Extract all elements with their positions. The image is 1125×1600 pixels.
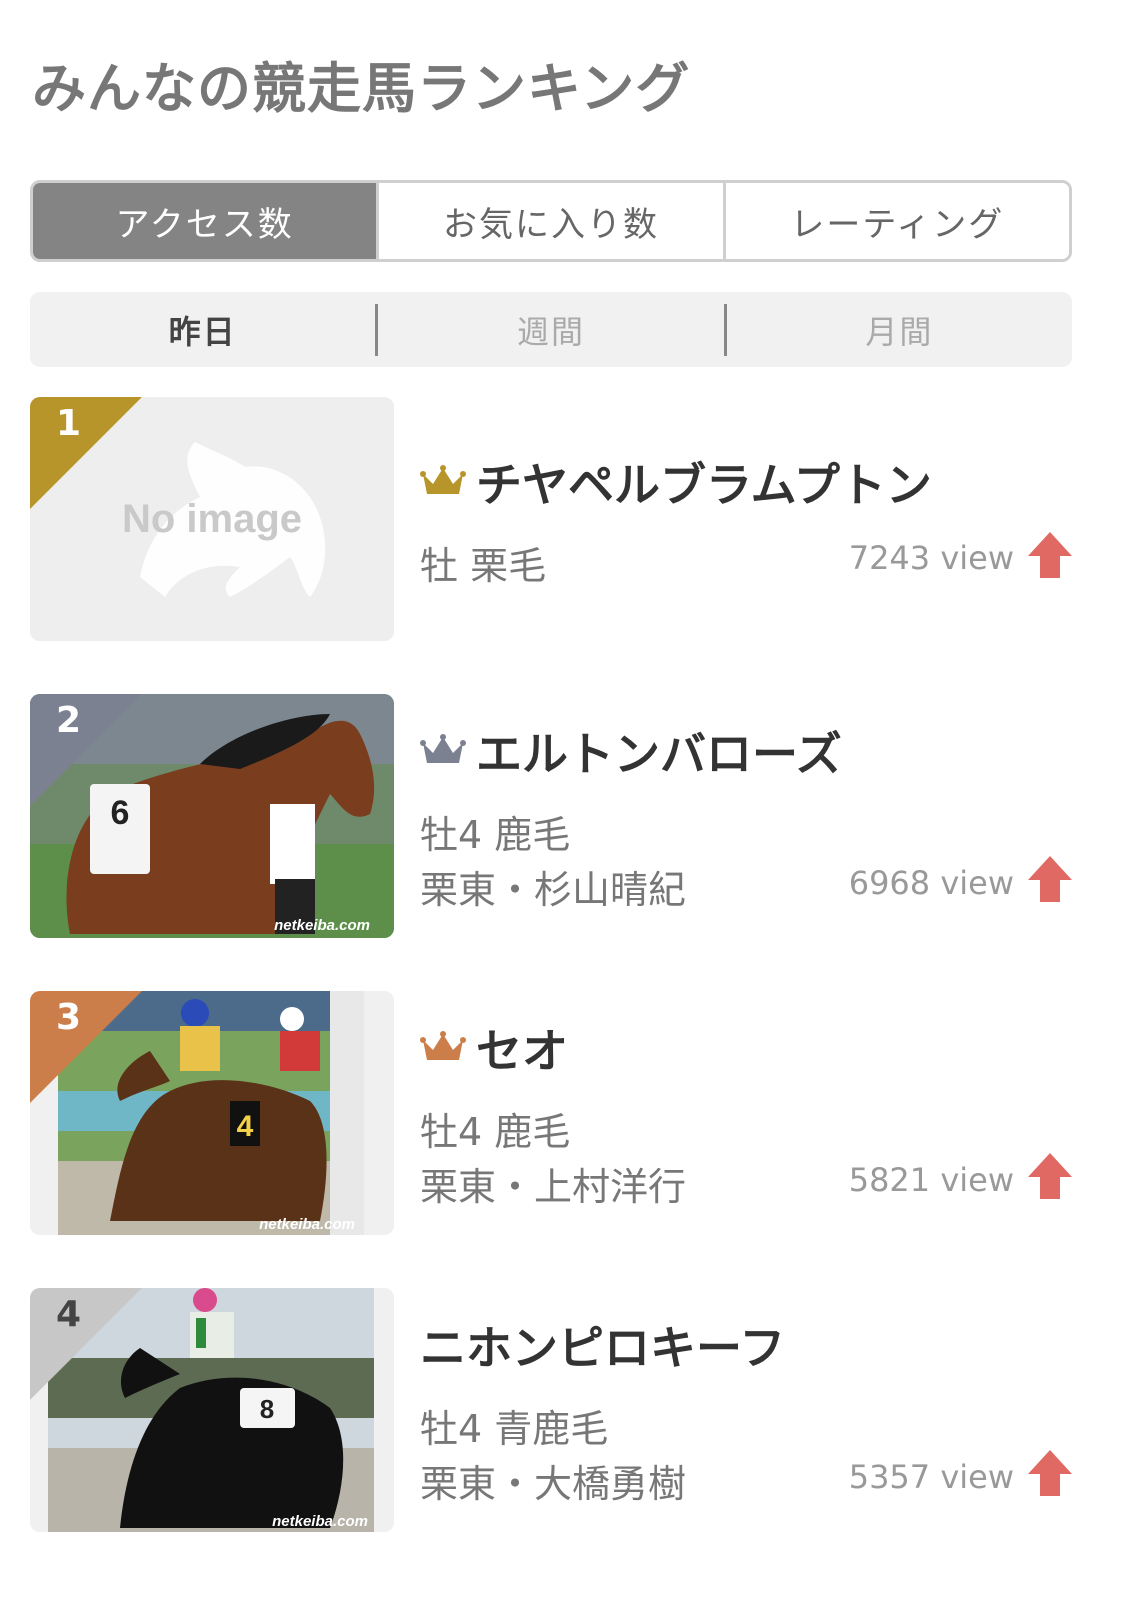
horse-thumbnail[interactable]: No image 1 — [30, 397, 394, 641]
rank-number: 1 — [56, 403, 82, 444]
crown-gold-icon — [420, 465, 466, 494]
tab-favorites-count[interactable]: お気に入り数 — [376, 183, 723, 259]
svg-text:8: 8 — [260, 1394, 274, 1424]
horse-photo: 8 netkeiba.com — [30, 1288, 394, 1532]
ranking-row-4[interactable]: 8 netkeiba.com 4 ニホンピロキーフ 牡4 青鹿毛 栗東・大橋勇樹… — [30, 1288, 1072, 1532]
view-count: 6968 view — [848, 864, 1014, 902]
crown-silver-icon — [420, 734, 466, 763]
view-count: 7243 view — [848, 539, 1014, 577]
view-count: 5821 view — [848, 1161, 1014, 1199]
rank-number: 2 — [56, 700, 82, 741]
horse-name[interactable]: チヤペルブラムプトン — [476, 449, 932, 515]
tab-access-count[interactable]: アクセス数 — [33, 183, 377, 259]
period-selector: 昨日 週間 月間 — [30, 292, 1072, 367]
horse-name[interactable]: エルトンバローズ — [476, 718, 842, 784]
period-monthly[interactable]: 月間 — [723, 303, 1072, 356]
tab-rating[interactable]: レーティング — [722, 183, 1069, 259]
rank-number: 3 — [56, 997, 82, 1038]
horse-sex-coat: 牡 栗毛 — [420, 544, 547, 588]
rank-up-arrow-icon — [1028, 856, 1072, 902]
rank-up-arrow-icon — [1028, 1153, 1072, 1199]
page-title: みんなの競走馬ランキング — [32, 57, 691, 120]
ranking-type-tabs: アクセス数 お気に入り数 レーティング — [30, 180, 1072, 262]
period-weekly[interactable]: 週間 — [375, 303, 723, 356]
ranking-row-2[interactable]: 6 netkeiba.com 2 エルトンバローズ 牡4 鹿毛 栗東・杉山晴紀 … — [30, 694, 1072, 938]
photo-watermark: netkeiba.com — [259, 1216, 355, 1233]
horse-photo: 6 netkeiba.com — [30, 694, 394, 938]
rank-up-arrow-icon — [1028, 1450, 1072, 1496]
photo-watermark: netkeiba.com — [274, 917, 370, 934]
horse-age-coat: 牡4 鹿毛 — [420, 813, 571, 857]
svg-text:4: 4 — [237, 1110, 254, 1143]
horse-trainer: 栗東・杉山晴紀 — [420, 868, 687, 912]
ranking-row-1[interactable]: No image 1 チヤペルブラムプトン 牡 栗毛 7243 view — [30, 397, 1072, 641]
horse-age-coat: 牡4 青鹿毛 — [420, 1407, 609, 1451]
rank-number: 4 — [56, 1294, 82, 1335]
no-image-placeholder: No image — [30, 397, 394, 641]
horse-name[interactable]: セオ — [476, 1015, 568, 1081]
period-yesterday[interactable]: 昨日 — [30, 304, 375, 356]
horse-thumbnail[interactable]: 8 netkeiba.com 4 — [30, 1288, 394, 1532]
rank-up-arrow-icon — [1028, 532, 1072, 578]
view-count: 5357 view — [848, 1458, 1014, 1496]
horse-thumbnail[interactable]: 6 netkeiba.com 2 — [30, 694, 394, 938]
horse-trainer: 栗東・上村洋行 — [420, 1165, 687, 1209]
horse-age-coat: 牡4 鹿毛 — [420, 1110, 571, 1154]
horse-photo: 4 netkeiba.com — [30, 991, 394, 1235]
horse-name[interactable]: ニホンピロキーフ — [420, 1312, 785, 1378]
svg-text:6: 6 — [111, 794, 130, 832]
horse-trainer: 栗東・大橋勇樹 — [420, 1462, 687, 1506]
no-image-text: No image — [122, 497, 302, 541]
ranking-row-3[interactable]: 4 netkeiba.com 3 セオ 牡4 鹿毛 栗東・上村洋行 5821 v… — [30, 991, 1072, 1235]
photo-watermark: netkeiba.com — [272, 1513, 368, 1530]
crown-bronze-icon — [420, 1031, 466, 1060]
horse-thumbnail[interactable]: 4 netkeiba.com 3 — [30, 991, 394, 1235]
